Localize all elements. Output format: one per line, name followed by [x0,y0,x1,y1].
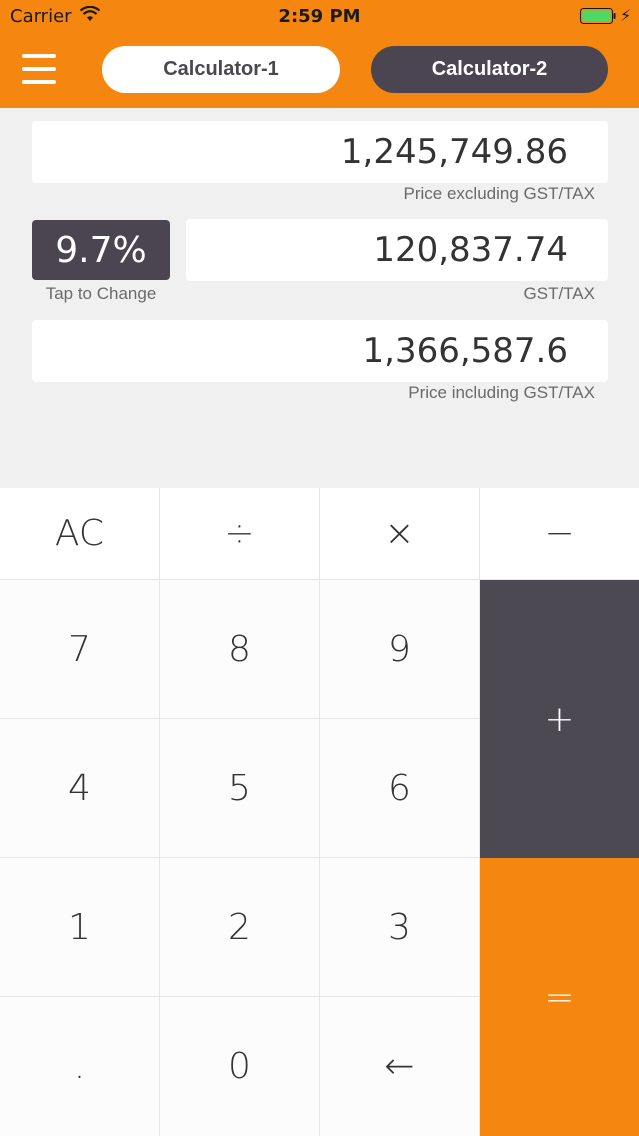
gst-field[interactable]: 120,837.74 [186,219,608,281]
tab-calculator-1[interactable]: Calculator-1 [102,46,340,93]
hamburger-menu-icon[interactable] [22,54,56,84]
tab-calculator-2[interactable]: Calculator-2 [371,46,608,93]
digit-5-button[interactable]: 5 [160,719,320,858]
backspace-button[interactable]: ← [320,997,480,1136]
digit-8-button[interactable]: 8 [160,580,320,719]
equals-button[interactable]: = [480,858,639,1136]
gst-label: GST/TAX [523,284,595,303]
digit-0-button[interactable]: 0 [160,997,320,1136]
price-including-label: Price including GST/TAX [408,383,595,402]
minus-button[interactable]: − [480,488,639,580]
digit-9-button[interactable]: 9 [320,580,480,719]
digit-3-button[interactable]: 3 [320,858,480,997]
price-including-field[interactable]: 1,366,587.6 [32,320,608,382]
charging-icon: ⚡ [620,6,632,25]
multiply-button[interactable]: × [320,488,480,580]
status-bar: Carrier 2:59 PM ⚡ [0,0,639,34]
clear-button[interactable]: AC [0,488,160,580]
battery-icon [580,8,616,24]
price-excluding-field[interactable]: 1,245,749.86 [32,121,608,183]
digit-7-button[interactable]: 7 [0,580,160,719]
digit-6-button[interactable]: 6 [320,719,480,858]
digit-2-button[interactable]: 2 [160,858,320,997]
price-excluding-label: Price excluding GST/TAX [403,184,595,203]
keypad: AC ÷ × − 7 8 9 + 4 5 6 1 2 3 = . 0 ← [0,488,639,1136]
digit-1-button[interactable]: 1 [0,858,160,997]
plus-button[interactable]: + [480,580,639,858]
tax-rate-button[interactable]: 9.7% [32,220,170,280]
decimal-button[interactable]: . [0,997,160,1136]
tap-to-change-label: Tap to Change [45,284,157,303]
divide-button[interactable]: ÷ [160,488,320,580]
digit-4-button[interactable]: 4 [0,719,160,858]
status-time: 2:59 PM [278,6,361,27]
